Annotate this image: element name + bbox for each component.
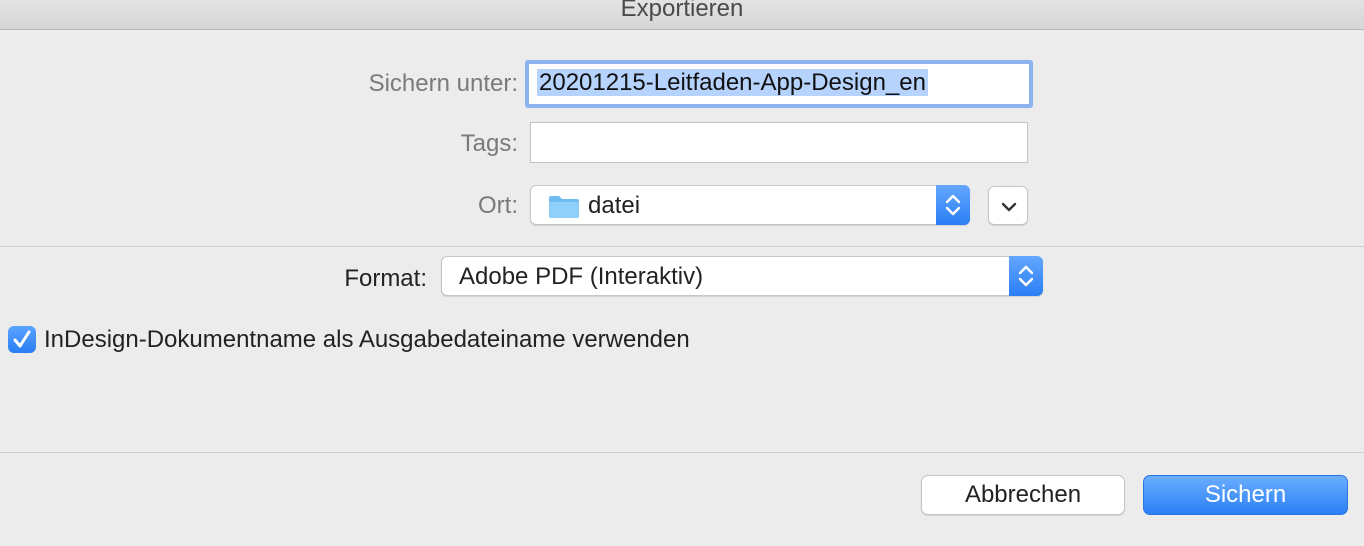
save-as-label: Sichern unter: (368, 70, 518, 97)
cancel-button[interactable]: Abbrechen (921, 475, 1125, 515)
location-value: datei (588, 192, 641, 219)
location-stepper[interactable] (936, 185, 970, 225)
separator (0, 452, 1364, 453)
tags-label: Tags: (460, 130, 518, 157)
format-stepper[interactable] (1009, 256, 1043, 296)
use-doc-name-checkbox[interactable] (8, 326, 36, 353)
separator (0, 246, 1364, 247)
format-value: Adobe PDF (Interaktiv) (459, 263, 704, 290)
save-button[interactable]: Sichern (1143, 475, 1348, 515)
chevron-down-icon (1001, 202, 1017, 212)
save-as-value: 20201215-Leitfaden-App-Design_en (537, 69, 928, 96)
tags-field[interactable] (530, 122, 1028, 163)
format-popup[interactable]: Adobe PDF (Interaktiv) (441, 256, 1043, 296)
window-title: Exportieren (620, 0, 744, 22)
expand-dialog-button[interactable] (988, 186, 1028, 225)
location-label: Ort: (478, 192, 518, 219)
use-doc-name-label[interactable]: InDesign-Dokumentname als Ausgabedateina… (44, 326, 690, 354)
location-popup[interactable]: datei (530, 185, 970, 225)
up-down-chevron-icon (1018, 265, 1034, 287)
format-label: Format: (344, 265, 427, 292)
checkmark-icon (13, 330, 31, 348)
up-down-chevron-icon (945, 194, 961, 216)
title-bar: Exportieren (0, 0, 1364, 30)
folder-icon (548, 194, 580, 226)
save-as-field[interactable]: 20201215-Leitfaden-App-Design_en (525, 60, 1033, 108)
